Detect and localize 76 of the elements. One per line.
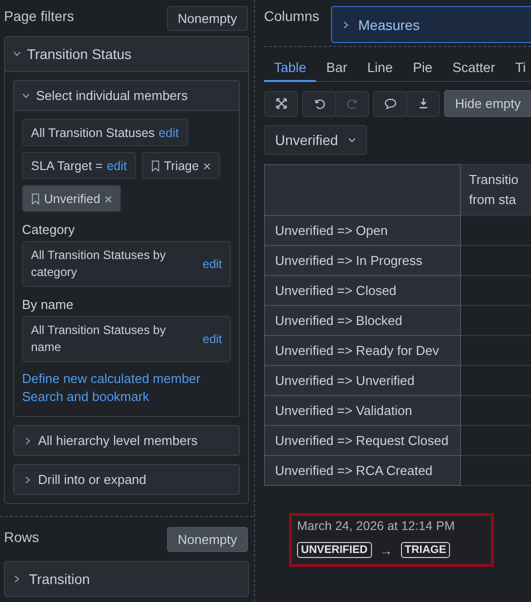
collapsed-section[interactable]: Drill into or expand <box>13 464 240 495</box>
chart-tab[interactable]: Scatter <box>442 60 506 81</box>
expand-icon <box>274 97 288 110</box>
tooltip-date: March 24, 2026 at 12:14 PM <box>297 519 456 533</box>
group-label: By name <box>22 297 74 312</box>
member-label: All Transition Statuses by name <box>31 322 167 356</box>
chevron-icon <box>13 50 21 58</box>
section-label: All hierarchy level members <box>38 433 198 448</box>
action-link[interactable]: Define new calculated member <box>22 370 231 388</box>
remove-icon[interactable]: × <box>104 190 112 206</box>
section-label: Drill into or expand <box>38 472 146 487</box>
chip-label: Unverified <box>44 192 100 206</box>
member-chip[interactable]: All Transition Statuses edit <box>22 119 188 146</box>
edit-link[interactable]: edit <box>106 158 127 172</box>
chart-tab[interactable]: Bar <box>316 60 358 81</box>
panel-title: Transition Status <box>27 46 132 62</box>
row-header-cell: Unverified => Ready for Dev <box>264 336 460 366</box>
remove-icon[interactable]: × <box>202 158 212 174</box>
section-title: Rows <box>4 528 40 545</box>
row-header-cell: Unverified => Closed <box>264 276 460 306</box>
row-header-cell: Unverified => RCA Created <box>264 456 460 486</box>
chip-label: SLA Target = <box>31 158 103 172</box>
chart-tab[interactable]: Ti <box>505 60 531 81</box>
edit-link[interactable]: edit <box>202 256 222 272</box>
section-title: Page filters <box>4 7 74 24</box>
comment-button[interactable] <box>373 90 407 116</box>
status-tag: UNVERIFIED <box>297 542 372 558</box>
section-title: Columns <box>264 7 320 24</box>
row-header-cell: Unverified => Unverified <box>264 366 460 396</box>
group-label: Category <box>22 222 76 237</box>
undo-icon <box>312 97 326 110</box>
action-link[interactable]: Search and bookmark <box>22 388 231 406</box>
panel-title: Select individual members <box>36 88 188 103</box>
chevron-icon <box>22 92 30 100</box>
caret-icon <box>348 136 356 144</box>
member-chip[interactable]: SLA Target = edit <box>22 152 136 179</box>
panel-header[interactable]: Select individual members <box>14 81 239 111</box>
chevron-icon <box>24 476 32 484</box>
redo-icon <box>346 97 358 110</box>
collapsed-section[interactable]: All hierarchy level members <box>13 425 240 456</box>
chevron-icon <box>13 575 21 583</box>
comment-icon <box>384 97 396 110</box>
chip-label: Triage <box>164 158 199 172</box>
edit-link[interactable]: edit <box>202 330 222 348</box>
nonempty-button[interactable]: Nonempty <box>166 527 248 552</box>
member-chip[interactable]: Unverified × <box>22 185 122 212</box>
row-header-cell: Unverified => Blocked <box>264 306 460 336</box>
row-header-cell: Unverified => Request Closed <box>264 426 460 456</box>
row-header-cell: Unverified => Validation <box>264 396 460 426</box>
panel-header[interactable]: Transition Status <box>5 37 248 72</box>
row-header-cell: Unverified => Open <box>264 216 460 246</box>
chip-label: All Transition Statuses <box>31 126 155 140</box>
dimension-label: Transition <box>29 571 90 587</box>
chart-tab[interactable]: Table <box>264 60 316 82</box>
chart-tab[interactable]: Pie <box>402 60 442 81</box>
filter-dropdown[interactable]: Unverified <box>264 125 368 155</box>
fullscreen-button[interactable] <box>264 90 298 116</box>
table-header-cell: Transitio from sta <box>460 164 531 216</box>
chevron-icon <box>342 20 350 28</box>
dimension-item[interactable]: Measures <box>331 6 531 43</box>
edit-link[interactable]: edit <box>158 126 179 140</box>
status-tag: TRIAGE <box>400 542 450 558</box>
dimension-item[interactable]: Transition <box>4 561 249 597</box>
hide-empty-dropdown[interactable]: Hide empty <box>444 90 531 117</box>
bookmark-icon <box>150 160 160 172</box>
dimension-label: Measures <box>358 16 420 32</box>
member-chip[interactable]: Triage × <box>142 152 220 179</box>
undo-button[interactable] <box>302 90 336 116</box>
nonempty-button[interactable]: Nonempty <box>166 6 248 31</box>
chart-tab[interactable]: Line <box>357 60 403 81</box>
download-button[interactable] <box>406 90 440 116</box>
member-label: All Transition Statuses by category <box>31 247 167 281</box>
row-header-cell: Unverified => In Progress <box>264 246 460 276</box>
bookmark-icon <box>31 192 40 204</box>
arrow-icon: → <box>380 542 393 558</box>
chevron-icon <box>24 436 32 444</box>
